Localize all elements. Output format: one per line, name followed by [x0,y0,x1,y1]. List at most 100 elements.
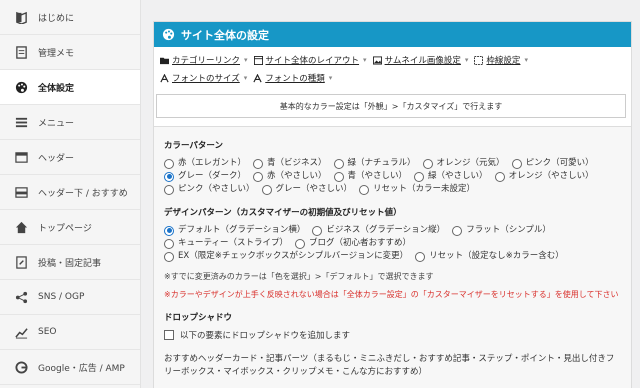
chevron-down-icon: ▾ [363,56,367,64]
tab-layout[interactable]: サイト全体のレイアウト ▾ [253,52,367,68]
settings-panel: サイト全体の設定 カテゴリーリンク ▾ サイト全体のレイアウト ▾ サムネイル画像設… [153,21,632,388]
settings-section: カラーパターン 赤（エレガント） 青（ビジネス） 緑（ナチュラル） オレンジ（元… [154,126,631,388]
drop-shadow-title: ドロップシャドウ [164,313,233,323]
radio-button[interactable] [253,171,264,182]
radio-button-checked[interactable] [164,171,174,182]
image-icon [372,55,382,65]
share-icon [14,290,28,304]
radio-button[interactable] [295,238,305,249]
drop-shadow-label: 以下の要素にドロップシャドウを追加します [180,331,351,341]
chevron-down-icon: ▾ [464,56,469,64]
radio-button[interactable] [414,171,425,182]
sidebar-item-seo[interactable]: SEO [0,315,140,350]
radio-button[interactable] [164,238,174,249]
color-note: ※すでに変更済みのカラーは「色を選択」>「デフォルト」で選択できます [164,272,434,281]
sidebar-item-label: Google・広告 / AMP [38,363,125,374]
radio-button[interactable] [164,184,174,195]
palette-icon [14,80,28,94]
sidebar-item-menu[interactable]: メニュー [0,105,140,140]
color-option[interactable]: ピンク（やさしい） [164,183,255,196]
color-option-selected[interactable]: グレー（ダーク） [164,170,246,183]
color-option[interactable]: ピンク（可愛い） [511,157,594,170]
home-icon [14,220,28,234]
color-option[interactable]: 緑（ナチュラル） [333,157,416,170]
sidebar-item-label: SNS / OGP [38,292,85,302]
sidebar-item-intro[interactable]: はじめに [0,0,140,35]
memo-icon [14,45,28,59]
color-option[interactable]: オレンジ（元気） [422,157,505,170]
radio-button[interactable] [333,158,344,169]
design-option[interactable]: フラット（シンプル） [452,224,551,237]
radio-button[interactable] [312,225,323,236]
sidebar-item-global-settings[interactable]: 全体設定 [0,70,140,105]
color-option[interactable]: リセット（カラー未設定） [359,183,475,196]
design-option[interactable]: キューティー（ストライプ） [164,237,288,250]
header-below-icon [14,185,28,199]
color-option[interactable]: 青（ビジネス） [253,157,327,170]
sidebar-item-label: トップページ [38,223,92,234]
design-option[interactable]: ブログ（初心者おすすめ） [295,237,411,250]
panel-title-bar: サイト全体の設定 [154,22,631,47]
color-option[interactable]: 緑（やさしい） [414,170,488,183]
sidebar-item-label: ヘッダー [38,153,75,164]
border-icon [474,55,484,65]
tab-font-size[interactable]: フォントのサイズ ▾ [160,70,247,86]
radio-button[interactable] [494,171,505,182]
color-option[interactable]: 赤（やさしい） [253,170,327,183]
font-icon [253,73,262,83]
post-icon [14,255,28,269]
radio-button[interactable] [415,251,426,262]
radio-button[interactable] [422,158,433,169]
sidebar-item-google[interactable]: Google・広告 / AMP [0,350,140,385]
sidebar-item-header[interactable]: ヘッダー [0,140,140,175]
color-pattern-options: 赤（エレガント） 青（ビジネス） 緑（ナチュラル） オレンジ（元気） ピンク（可… [164,157,621,196]
design-option[interactable]: リセット（設定なし※カラー含む） [415,250,564,263]
chevron-down-icon: ▾ [524,56,528,64]
sidebar-item-sns[interactable]: SNS / OGP [0,280,140,315]
tab-border[interactable]: 枠線設定 ▾ [474,52,528,68]
design-pattern-options: デフォルト（グラデーション横） ビジネス（グラデーション縦） フラット（シンプル… [164,224,621,263]
folder-icon [160,56,169,65]
header-icon [14,150,28,164]
radio-button[interactable] [164,158,174,169]
sidebar-item-top-page[interactable]: トップページ [0,210,140,245]
book-icon [14,10,28,24]
tab-category-link[interactable]: カテゴリーリンク ▾ [160,52,248,68]
sidebar-item-label: 投稿・固定記事 [38,258,102,269]
color-option[interactable]: 赤（エレガント） [164,157,246,170]
palette-icon [162,28,175,41]
design-option[interactable]: EX（限定※チェックボックスがシンプルバージョンに変更） [164,250,408,263]
color-option[interactable]: オレンジ（やさしい） [494,170,594,183]
radio-button[interactable] [511,158,522,169]
radio-button-checked[interactable] [164,225,174,236]
color-pattern-title: カラーパターン [164,141,223,151]
radio-button[interactable] [253,158,264,169]
font-icon [160,73,169,83]
chart-icon [14,325,28,339]
radio-button[interactable] [359,184,370,195]
google-icon [14,360,28,374]
sidebar-item-label: 管理メモ [38,48,75,59]
layout-icon [253,55,263,65]
radio-button[interactable] [261,184,272,195]
chevron-down-icon: ▾ [328,74,333,82]
drop-shadow-description: おすすめヘッダーカード・記事パーツ（まるもじ・ミニふきだし・おすすめ記事・ステッ… [164,354,615,377]
warning-text: ※カラーやデザインが上手く反映されない場合は「全体カラー設定」の「カスターマイザ… [164,290,619,299]
radio-button[interactable] [164,251,174,262]
sidebar-item-memo[interactable]: 管理メモ [0,35,140,70]
radio-button[interactable] [452,225,463,236]
sidebar-item-posts[interactable]: 投稿・固定記事 [0,245,140,280]
sidebar-item-label: ヘッダー下 / おすすめ [38,188,128,199]
color-option[interactable]: グレー（やさしい） [261,183,352,196]
color-option[interactable]: 青（やさしい） [333,170,407,183]
design-option-selected[interactable]: デフォルト（グラデーション横） [164,224,305,237]
radio-button[interactable] [333,171,344,182]
tab-font-family[interactable]: フォントの種類 ▾ [253,70,332,86]
drop-shadow-checkbox[interactable] [164,330,174,340]
sidebar-item-header-below[interactable]: ヘッダー下 / おすすめ [0,175,140,210]
design-option[interactable]: ビジネス（グラデーション縦） [312,224,445,237]
tab-thumbnail[interactable]: サムネイル画像設定 ▾ [372,52,469,68]
menu-icon [14,115,28,129]
drop-shadow-option[interactable]: 以下の要素にドロップシャドウを追加します [164,329,621,341]
sidebar-item-label: はじめに [38,13,75,24]
